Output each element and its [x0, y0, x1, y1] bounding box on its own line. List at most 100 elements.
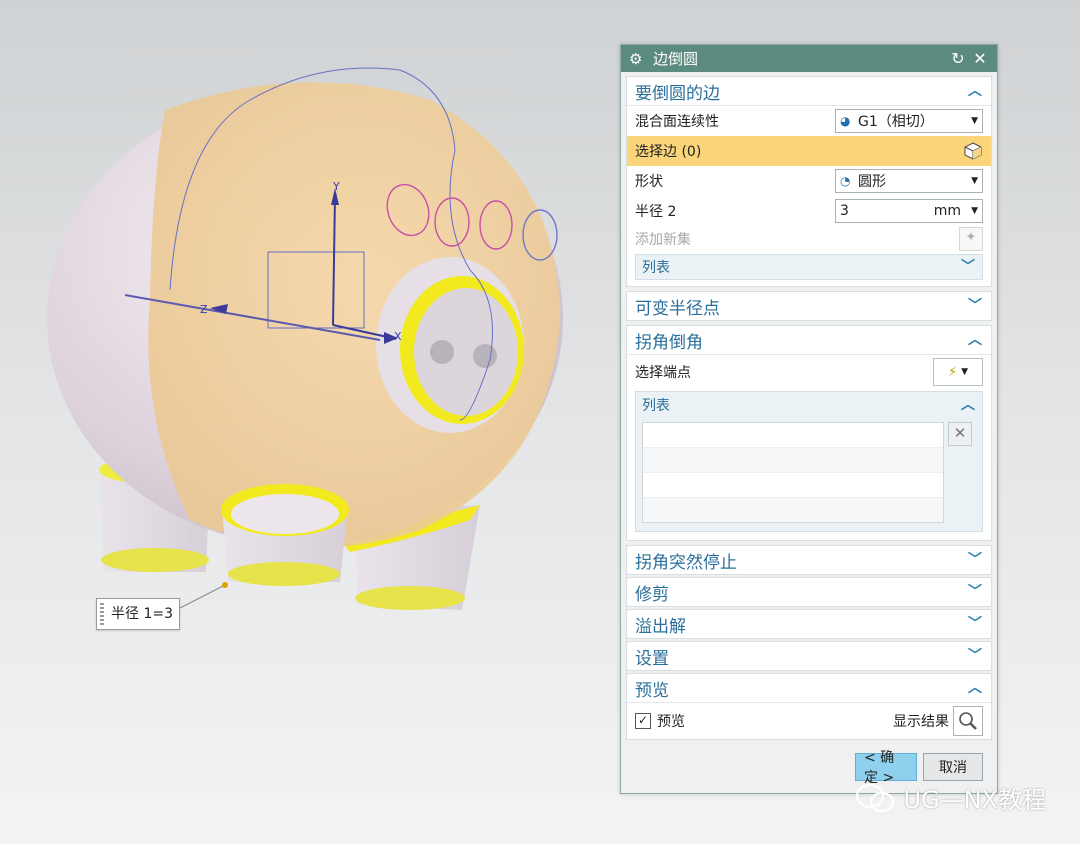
dropdown-arrow-icon[interactable]: ▼: [971, 206, 978, 216]
chevron-down-icon[interactable]: ﹀: [960, 259, 976, 275]
drag-grip-icon[interactable]: [100, 603, 104, 625]
blend-continuity-value: G1（相切）: [858, 114, 934, 130]
show-result-button[interactable]: [953, 706, 983, 736]
reset-icon[interactable]: ↻: [949, 49, 967, 68]
tangent-icon: ◕: [840, 114, 851, 128]
axis-y-label: Y: [333, 180, 340, 193]
radius-input[interactable]: 3 mm ▼: [835, 199, 983, 223]
list-item[interactable]: [643, 448, 943, 473]
section-settings-header[interactable]: 设置 ﹀: [627, 642, 991, 670]
chevron-down-icon[interactable]: ﹀: [967, 616, 983, 632]
dropdown-arrow-icon: ▼: [971, 176, 978, 186]
edges-list-label: 列表: [642, 260, 670, 276]
edge-blend-dialog: ⚙ 边倒圆 ↻ ✕ 要倒圆的边 ︿ 混合面连续性 ◕ G1（相切） ▼ 选择边 …: [620, 44, 998, 794]
chevron-down-icon[interactable]: ﹀: [967, 298, 983, 314]
watermark-text: UG—NX教程: [903, 786, 1046, 814]
section-variable-radius-header[interactable]: 可变半径点 ﹀: [627, 292, 991, 320]
shape-label: 形状: [635, 174, 663, 190]
corner-list-label: 列表: [642, 398, 670, 414]
point-wand-icon: ⚡: [947, 364, 958, 380]
dialog-titlebar[interactable]: ⚙ 边倒圆 ↻ ✕: [621, 45, 997, 72]
section-preview-header[interactable]: 预览 ︿: [627, 674, 991, 703]
leg-middle: [221, 484, 349, 586]
section-trim-header[interactable]: 修剪 ﹀: [627, 578, 991, 606]
section-variable-radius: 可变半径点 ﹀: [626, 291, 992, 321]
axis-x-label: X: [394, 330, 402, 343]
blend-continuity-label: 混合面连续性: [635, 114, 719, 130]
radius-row: 半径 2 3 mm ▼: [627, 196, 991, 226]
dialog-title: 边倒圆: [653, 50, 699, 68]
dialog-footer: < 确定 > 取消: [855, 750, 983, 786]
corner-list-panel: 列表 ︿ ✕: [635, 391, 983, 532]
magnifier-icon: [959, 712, 977, 730]
cancel-button[interactable]: 取消: [923, 753, 983, 781]
corner-list-body: ✕: [636, 418, 982, 531]
section-overflow-label: 溢出解: [635, 616, 686, 637]
snout: [376, 257, 524, 433]
circular-shape-icon: ◔: [840, 174, 851, 188]
radius-tag-text: 半径 1=3: [111, 606, 173, 622]
section-trim: 修剪 ﹀: [626, 577, 992, 607]
add-set-icon[interactable]: ✦: [959, 227, 983, 251]
cube-icon[interactable]: [959, 137, 987, 165]
list-item[interactable]: [643, 498, 943, 522]
section-stop-short-label: 拐角突然停止: [635, 552, 737, 573]
section-overflow: 溢出解 ﹀: [626, 609, 992, 639]
chevron-down-icon[interactable]: ﹀: [967, 552, 983, 568]
section-edges-header[interactable]: 要倒圆的边 ︿: [627, 77, 991, 106]
section-variable-radius-label: 可变半径点: [635, 298, 720, 319]
dropdown-arrow-icon: ▼: [971, 116, 978, 126]
radius-value[interactable]: 3: [840, 203, 934, 219]
axis-z-label: Z: [200, 303, 208, 316]
delete-icon[interactable]: ✕: [948, 422, 972, 446]
corner-list-header[interactable]: 列表 ︿: [636, 392, 982, 418]
chevron-down-icon[interactable]: ﹀: [967, 584, 983, 600]
shape-row: 形状 ◔ 圆形 ▼: [627, 166, 991, 196]
select-edge-label: 选择边 (0): [635, 144, 702, 160]
section-corner-setback: 拐角倒角 ︿ 选择端点 ⚡ ▼ 列表 ︿ ✕: [626, 325, 992, 541]
list-item[interactable]: [643, 423, 943, 448]
add-new-set-label: 添加新集: [635, 232, 691, 248]
dropdown-arrow-icon: ▼: [961, 367, 969, 377]
show-result-label: 显示结果: [893, 714, 949, 730]
section-edges: 要倒圆的边 ︿ 混合面连续性 ◕ G1（相切） ▼ 选择边 (0) 形状 ◔ 圆…: [626, 76, 992, 287]
point-dialog-button[interactable]: ⚡ ▼: [933, 358, 983, 386]
radius-label: 半径 2: [635, 204, 677, 220]
radius-unit: mm: [933, 203, 962, 219]
chevron-up-icon[interactable]: ︿: [967, 680, 983, 696]
section-settings: 设置 ﹀: [626, 641, 992, 671]
shape-value: 圆形: [858, 174, 886, 190]
add-new-set-row: 添加新集 ✦: [627, 226, 991, 252]
edges-list-bar[interactable]: 列表 ﹀: [635, 254, 983, 280]
preview-checkbox[interactable]: ✓: [635, 713, 651, 729]
select-endpoint-label: 选择端点: [635, 365, 691, 381]
chevron-up-icon[interactable]: ︿: [967, 83, 983, 99]
close-icon[interactable]: ✕: [971, 49, 989, 68]
select-endpoint-row: 选择端点 ⚡ ▼: [627, 355, 991, 389]
preview-row: ✓ 预览 显示结果: [627, 703, 991, 739]
shape-dropdown[interactable]: ◔ 圆形 ▼: [835, 169, 983, 193]
section-overflow-header[interactable]: 溢出解 ﹀: [627, 610, 991, 638]
blend-continuity-dropdown[interactable]: ◕ G1（相切） ▼: [835, 109, 983, 133]
chevron-up-icon[interactable]: ︿: [960, 397, 976, 413]
section-preview: 预览 ︿ ✓ 预览 显示结果: [626, 673, 992, 740]
radius-tag[interactable]: 半径 1=3: [96, 598, 180, 630]
corner-list-table[interactable]: [642, 422, 944, 523]
chevron-up-icon[interactable]: ︿: [967, 332, 983, 348]
section-corner-setback-label: 拐角倒角: [635, 332, 703, 353]
wechat-icon: [856, 783, 895, 812]
blend-continuity-row: 混合面连续性 ◕ G1（相切） ▼: [627, 106, 991, 136]
watermark: UG—NX教程: [855, 780, 1046, 815]
preview-checkbox-label: 预览: [657, 714, 685, 730]
section-stop-short: 拐角突然停止 ﹀: [626, 545, 992, 575]
section-trim-label: 修剪: [635, 584, 669, 605]
section-stop-short-header[interactable]: 拐角突然停止 ﹀: [627, 546, 991, 574]
select-edge-row[interactable]: 选择边 (0): [627, 136, 991, 166]
section-preview-label: 预览: [635, 680, 669, 701]
section-settings-label: 设置: [635, 648, 669, 669]
section-edges-label: 要倒圆的边: [635, 83, 720, 104]
section-corner-setback-header[interactable]: 拐角倒角 ︿: [627, 326, 991, 355]
ok-button[interactable]: < 确定 >: [855, 750, 917, 786]
chevron-down-icon[interactable]: ﹀: [967, 648, 983, 664]
list-item[interactable]: [643, 473, 943, 498]
